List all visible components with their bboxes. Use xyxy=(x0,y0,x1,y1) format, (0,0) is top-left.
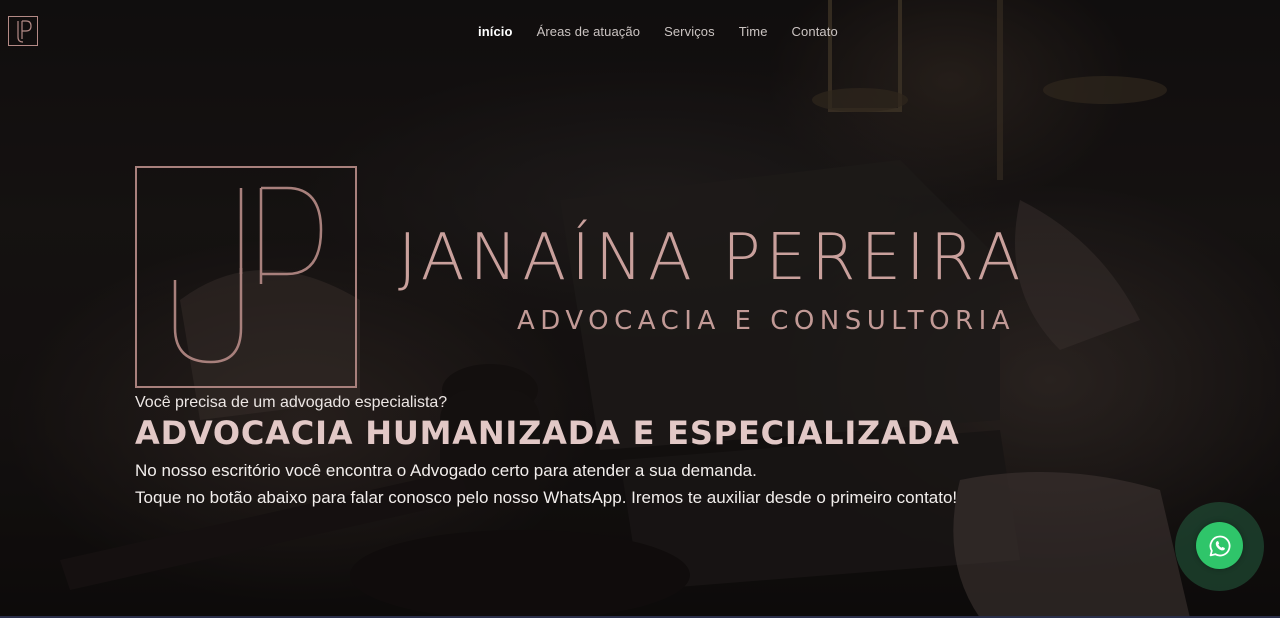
nav-item-contato[interactable]: Contato xyxy=(792,24,838,39)
hero-description-line-2: Toque no botão abaixo para falar conosco… xyxy=(135,488,958,507)
hero-description-line-1: No nosso escritório você encontra o Advo… xyxy=(135,461,757,480)
jp-monogram-icon xyxy=(173,186,323,364)
brand-tagline: ADVOCACIA E CONSULTORIA xyxy=(517,306,1016,336)
nav-item-areas-de-atuacao[interactable]: Áreas de atuação xyxy=(537,24,641,39)
brand-name: JANAÍNA PEREIRA xyxy=(398,221,1026,295)
whatsapp-button[interactable] xyxy=(1196,522,1243,569)
corner-logo[interactable] xyxy=(8,16,38,46)
hero-question: Você precisa de um advogado especialista… xyxy=(135,394,448,411)
jp-monogram-icon xyxy=(17,20,32,43)
nav-item-servicos[interactable]: Serviços xyxy=(664,24,715,39)
whatsapp-icon xyxy=(1209,535,1230,556)
hero-section: início Áreas de atuação Serviços Time Co… xyxy=(0,0,1280,618)
hero-title: ADVOCACIA HUMANIZADA E ESPECIALIZADA xyxy=(135,414,960,452)
nav-item-time[interactable]: Time xyxy=(739,24,768,39)
brand-logo-box xyxy=(135,166,357,388)
nav-item-inicio[interactable]: início xyxy=(478,24,513,39)
